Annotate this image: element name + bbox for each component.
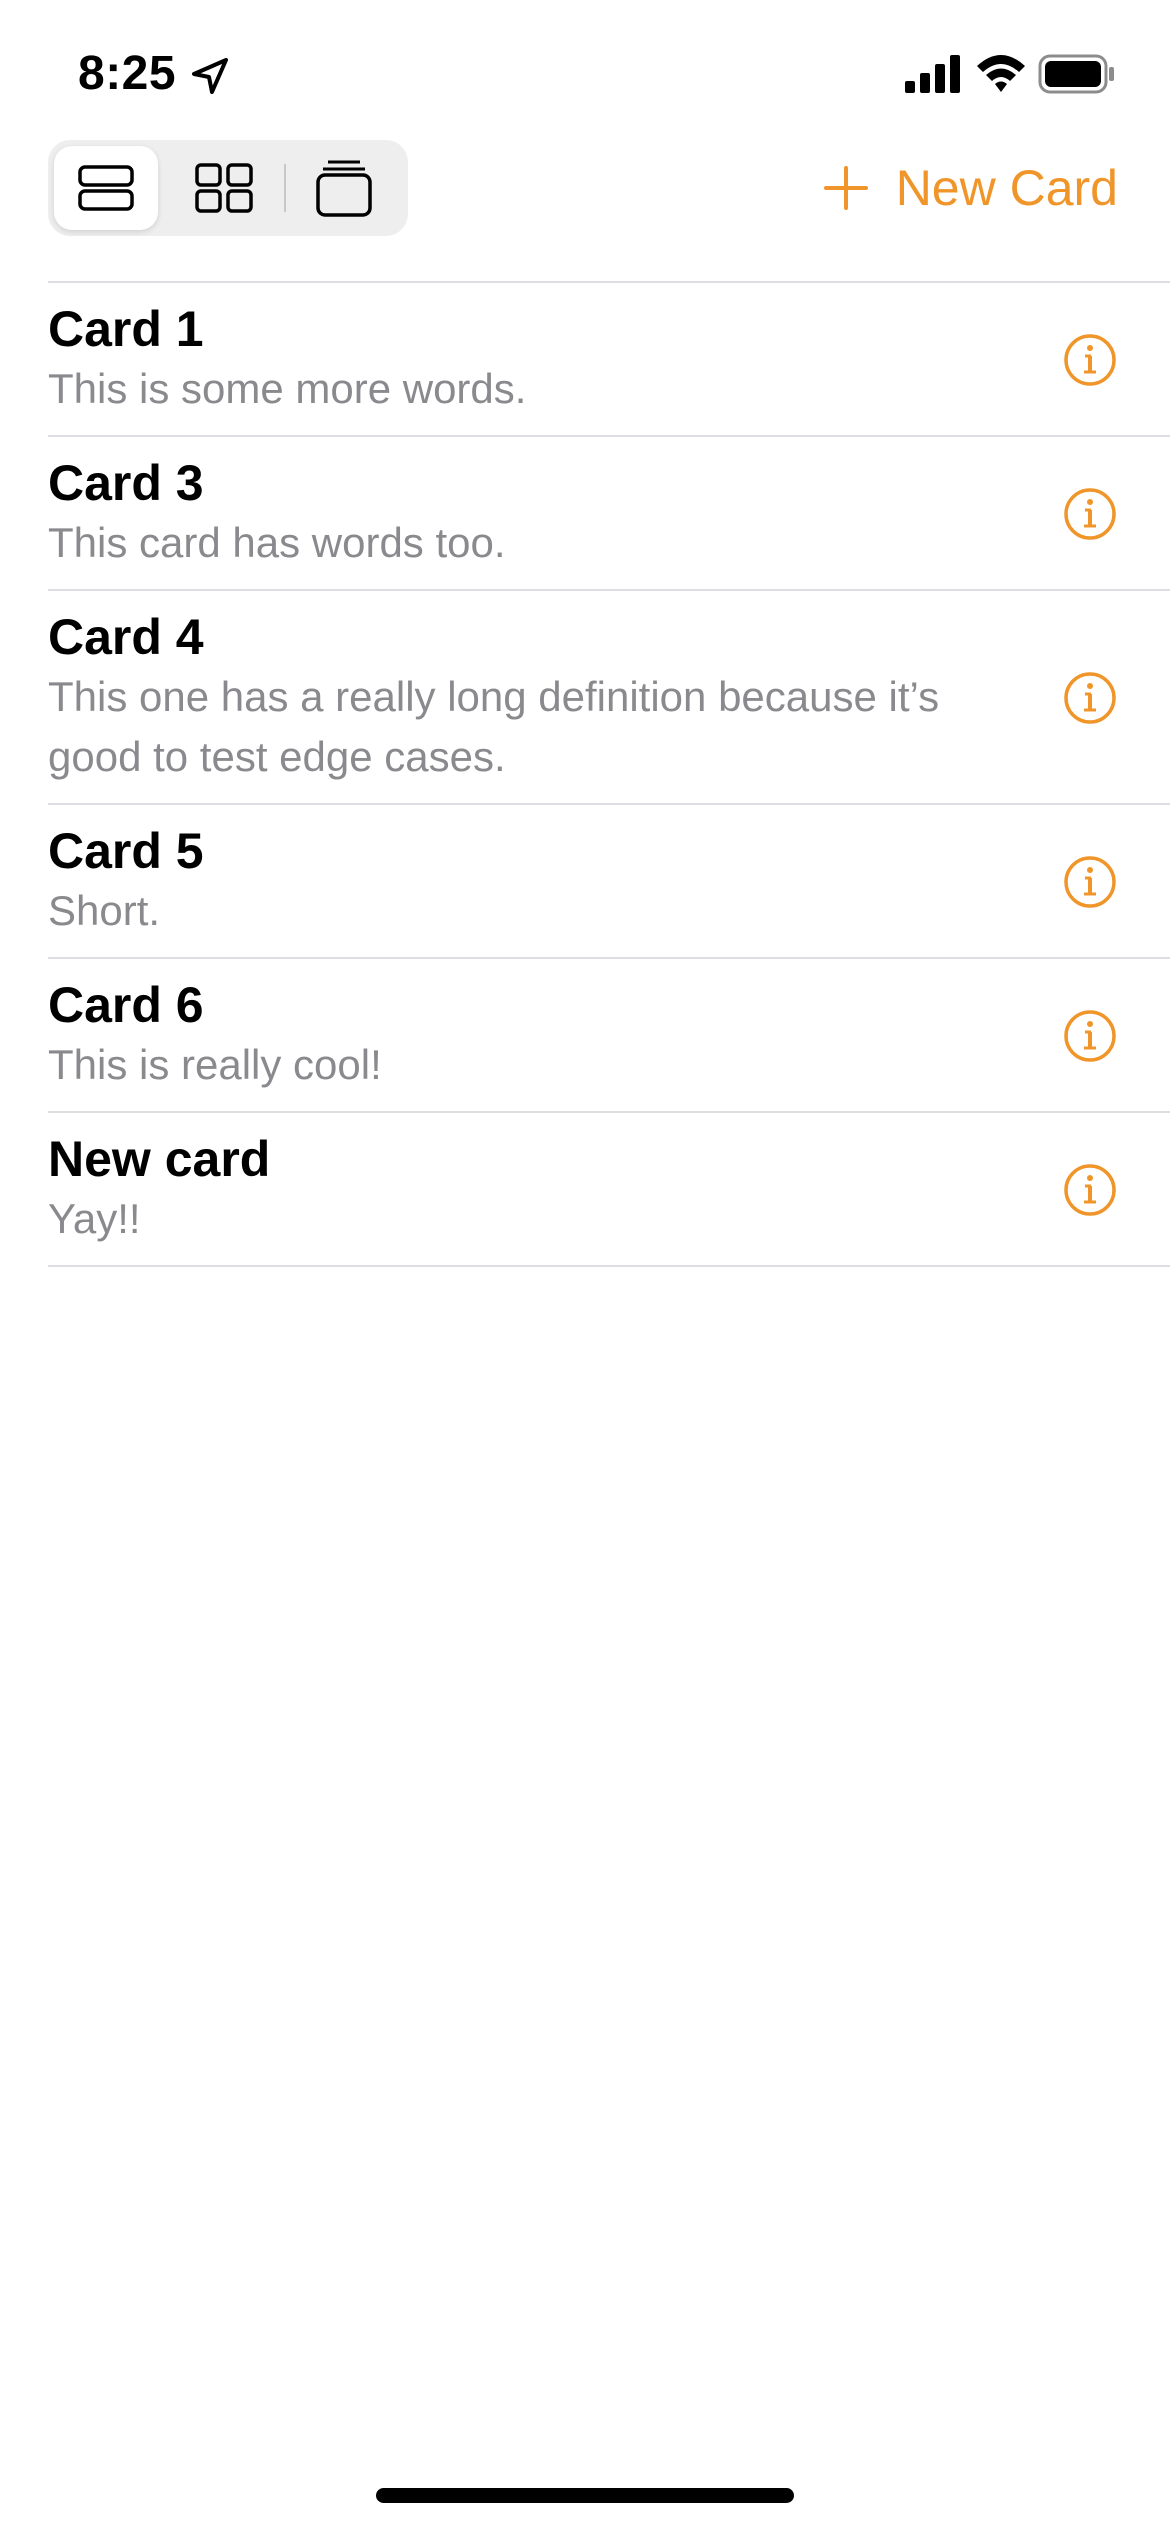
card-title: Card 1 — [48, 301, 204, 357]
card-list: Card 1 This is some more words. Card 3 T… — [0, 281, 1170, 1267]
card-title: Card 4 — [48, 609, 204, 665]
list-item[interactable]: Card 4 This one has a really long defini… — [0, 591, 1170, 805]
list-view-button[interactable] — [54, 146, 158, 230]
home-indicator[interactable] — [376, 2488, 794, 2503]
wifi-icon — [977, 55, 1025, 92]
info-icon[interactable] — [1062, 486, 1118, 542]
segment-divider — [284, 164, 286, 212]
grid-view-button[interactable] — [172, 146, 276, 230]
status-time: 8:25 — [78, 47, 177, 100]
new-card-label: New Card — [895, 160, 1118, 216]
list-item[interactable]: Card 1 This is some more words. — [0, 283, 1170, 437]
info-icon[interactable] — [1062, 332, 1118, 388]
new-card-button[interactable]: New Card — [823, 150, 1118, 226]
card-definition: This is some more words. — [48, 365, 527, 412]
card-title: New card — [48, 1131, 271, 1187]
info-icon[interactable] — [1062, 1162, 1118, 1218]
card-title: Card 6 — [48, 977, 204, 1033]
card-definition: This one has a really long definition be… — [48, 673, 940, 780]
list-item[interactable]: New card Yay!! — [0, 1113, 1170, 1267]
list-item[interactable]: Card 3 This card has words too. — [0, 437, 1170, 591]
status-bar: 8:25 — [0, 0, 1170, 150]
grid-icon — [195, 163, 253, 213]
stack-view-button[interactable] — [292, 146, 396, 230]
card-stack-icon — [316, 160, 372, 217]
info-icon[interactable] — [1062, 854, 1118, 910]
card-definition: This card has words too. — [48, 519, 506, 566]
battery-full-icon — [1038, 54, 1114, 94]
card-title: Card 3 — [48, 455, 204, 511]
row-divider — [48, 1265, 1170, 1267]
location-arrow-icon — [192, 58, 228, 94]
list-item[interactable]: Card 6 This is really cool! — [0, 959, 1170, 1113]
card-definition: Short. — [48, 887, 161, 934]
rows-icon — [78, 165, 134, 211]
list-item[interactable]: Card 5 Short. — [0, 805, 1170, 959]
info-icon[interactable] — [1062, 670, 1118, 726]
plus-icon — [823, 166, 868, 210]
card-definition: This is really cool! — [48, 1041, 382, 1088]
card-definition: Yay!! — [48, 1195, 141, 1242]
view-mode-segmented-control — [48, 140, 408, 236]
card-title: Card 5 — [48, 823, 204, 879]
info-icon[interactable] — [1062, 1008, 1118, 1064]
cellular-signal-icon — [905, 55, 960, 93]
app-screen: 8:25 New Card Card 1 This is some more w… — [0, 0, 1170, 2532]
